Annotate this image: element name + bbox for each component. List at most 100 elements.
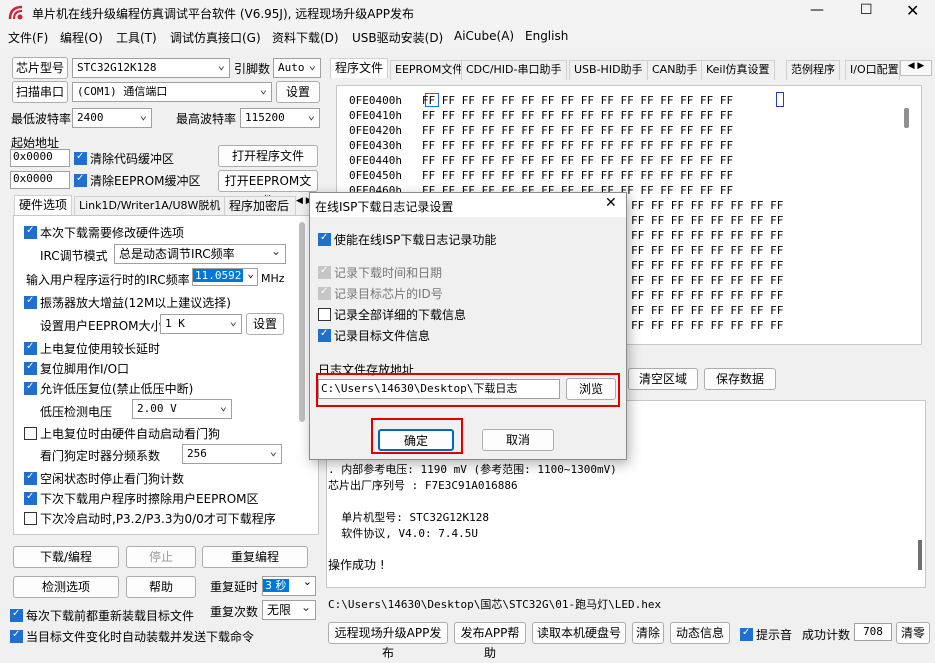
menu-aicube[interactable]: AiCube(A) xyxy=(454,29,514,43)
erase-eeprom-checkbox[interactable]: 下次下载用户程序时擦除用户EEPROM区 xyxy=(24,490,259,507)
min-baud-label: 最低波特率 xyxy=(11,112,72,126)
tab-link1d[interactable]: Link1D/Writer1A/U8W脱机 xyxy=(74,196,226,216)
menu-english[interactable]: English xyxy=(525,29,568,43)
p32-p33-checkbox[interactable]: 下次冷启动时,P3.2/P3.3为0/0才可下载程序 xyxy=(24,510,276,527)
repeat-count-select[interactable]: 无限 xyxy=(262,598,316,620)
stop-button[interactable]: 停止 xyxy=(126,546,196,568)
open-program-button[interactable]: 打开程序文件 xyxy=(218,145,318,167)
beep-checkbox[interactable]: 提示音 xyxy=(740,626,792,643)
record-file-label: 记录目标文件信息 xyxy=(334,329,431,343)
record-file-checkbox[interactable]: 记录目标文件信息 xyxy=(318,327,430,344)
tab-examples[interactable]: 范例程序 xyxy=(786,60,840,80)
port-settings-button[interactable]: 设置 xyxy=(276,81,320,103)
save-data-button[interactable]: 保存数据 xyxy=(704,368,776,390)
open-eeprom-button[interactable]: 打开EEPROM文件 xyxy=(218,170,318,208)
maximize-icon[interactable]: ☐ xyxy=(860,2,873,18)
wdt-div-select[interactable]: 256 xyxy=(182,442,282,464)
min-baud-select[interactable]: 2400 xyxy=(72,106,152,128)
minimize-icon[interactable]: — xyxy=(810,2,824,18)
help-button[interactable]: 帮助 xyxy=(126,576,196,598)
modify-hw-checkbox[interactable]: 本次下载需要修改硬件选项 xyxy=(24,224,184,241)
reset-pin-checkbox[interactable]: 复位脚用作I/O口 xyxy=(24,360,129,377)
detect-options-button[interactable]: 检测选项 xyxy=(13,576,119,598)
ok-button[interactable]: 确定 xyxy=(378,429,454,451)
checkbox-icon xyxy=(318,286,331,300)
dialog-close-icon[interactable]: ✕ xyxy=(605,195,617,211)
beep-label: 提示音 xyxy=(756,628,793,642)
reprogram-button[interactable]: 重复编程 xyxy=(202,546,308,568)
close-icon[interactable]: ✕ xyxy=(906,1,919,20)
checkbox-icon xyxy=(318,265,331,279)
clear-eeprom-checkbox[interactable]: 清除EEPROM缓冲区 xyxy=(74,172,201,189)
dynamic-info-button[interactable]: 动态信息 xyxy=(670,622,730,644)
auto-download-checkbox[interactable]: 当目标文件变化时自动装载并发送下载命令 xyxy=(10,628,254,645)
eeprom-set-button[interactable]: 设置 xyxy=(246,313,284,335)
menu-tools[interactable]: 工具(T) xyxy=(116,29,157,46)
auto-download-label: 当目标文件变化时自动装载并发送下载命令 xyxy=(26,630,255,644)
wdt-start-checkbox[interactable]: 上电复位时由硬件自动启动看门狗 xyxy=(24,425,220,442)
hex-scrollbar[interactable] xyxy=(904,108,909,128)
tab-program-file[interactable]: 程序文件 xyxy=(330,58,389,78)
osc-gain-checkbox[interactable]: 振荡器放大增益(12M以上建议选择) xyxy=(24,294,231,311)
log-path-input[interactable]: C:\Users\14630\Desktop\下载日志 xyxy=(318,379,560,399)
lvd-select[interactable]: 2.00 V xyxy=(132,397,232,419)
log-line: 操作成功 ! xyxy=(328,558,385,572)
max-baud-select[interactable]: 115200 xyxy=(240,106,320,128)
eeprom-size-select[interactable]: 1 K xyxy=(160,312,242,334)
lvd-label: 低压检测电压 xyxy=(40,405,113,419)
download-button[interactable]: 下载/编程 xyxy=(13,546,119,568)
publish-help-button[interactable]: 发布APP帮助 xyxy=(454,622,526,660)
checkbox-icon xyxy=(24,295,37,309)
hex-row-partial: FF FF FF FF FF FF FF FF xyxy=(631,319,784,332)
irc-freq-value: 11.0592 xyxy=(193,269,244,282)
chip-select[interactable]: STC32G12K128 xyxy=(72,56,230,78)
tab-eeprom-file[interactable]: EEPROM文件 xyxy=(390,60,469,80)
tab-usb-hid[interactable]: USB-HID助手 xyxy=(569,60,648,80)
idle-wdt-checkbox[interactable]: 空闲状态时停止看门狗计数 xyxy=(24,470,184,487)
eeprom-addr-input[interactable]: 0x0000 xyxy=(10,171,70,189)
irc-unit: MHz xyxy=(261,272,285,285)
cancel-button[interactable]: 取消 xyxy=(482,429,554,451)
tab-io-config[interactable]: I/O口配置 xyxy=(845,60,900,80)
irc-freq-input[interactable]: 11.0592 ⌄ xyxy=(192,267,258,286)
scan-port-button[interactable]: 扫描串口 xyxy=(12,81,68,103)
chip-type-button[interactable]: 芯片型号 xyxy=(12,57,68,79)
ascii-cursor xyxy=(776,92,784,107)
hex-row-partial: FF FF FF FF FF FF FF FF xyxy=(631,199,784,212)
reload-each-label: 每次下载前都重新装载目标文件 xyxy=(26,609,195,623)
tab-encrypt[interactable]: 程序加密后 xyxy=(224,196,296,216)
reset-count-button[interactable]: 清零 xyxy=(896,622,930,644)
checkbox-icon xyxy=(24,381,37,395)
reload-each-checkbox[interactable]: 每次下载前都重新装载目标文件 xyxy=(10,607,194,624)
record-all-checkbox[interactable]: 记录全部详细的下载信息 xyxy=(318,306,466,323)
clear-button[interactable]: 清除 xyxy=(632,622,664,644)
pins-select[interactable]: Auto xyxy=(273,56,321,78)
irc-freq-label: 输入用户程序运行时的IRC频率 xyxy=(26,273,190,287)
menu-downloads[interactable]: 资料下载(D) xyxy=(272,29,339,46)
tab-can[interactable]: CAN助手 xyxy=(647,60,703,80)
browse-button[interactable]: 浏览 xyxy=(566,378,616,400)
hardware-scrollbar[interactable] xyxy=(299,222,305,422)
lvd-reset-checkbox[interactable]: 允许低压复位(禁止低压中断) xyxy=(24,380,193,397)
tab-hardware[interactable]: 硬件选项 xyxy=(14,195,73,215)
long-delay-checkbox[interactable]: 上电复位使用较长延时 xyxy=(24,340,160,357)
tab-keil[interactable]: Keil仿真设置 xyxy=(701,60,775,80)
menu-usb-driver[interactable]: USB驱动安装(D) xyxy=(352,29,443,46)
irc-mode-select[interactable]: 总是动态调节IRC频率 xyxy=(114,242,286,264)
tab-scroll-arrows[interactable]: ◀ ▶ xyxy=(900,60,932,76)
menu-file[interactable]: 文件(F) xyxy=(8,29,48,46)
tab-cdc-hid[interactable]: CDC/HID-串口助手 xyxy=(461,60,567,80)
code-addr-input[interactable]: 0x0000 xyxy=(10,149,70,167)
menu-program[interactable]: 编程(O) xyxy=(60,29,103,46)
menu-debug[interactable]: 调试仿真接口(G) xyxy=(170,29,261,46)
clear-code-checkbox[interactable]: 清除代码缓冲区 xyxy=(74,150,174,167)
clear-area-button[interactable]: 清空区域 xyxy=(628,368,698,390)
enable-log-checkbox[interactable]: 使能在线ISP下载日志记录功能 xyxy=(318,231,496,248)
log-scrollbar[interactable] xyxy=(918,540,922,570)
port-select[interactable]: (COM1) 通信端口 xyxy=(72,80,272,102)
read-disk-button[interactable]: 读取本机硬盘号 xyxy=(532,622,626,644)
remote-upgrade-button[interactable]: 远程现场升级APP发布 xyxy=(328,622,448,660)
repeat-delay-select[interactable]: 3 秒 ⌄ xyxy=(262,575,316,596)
hex-row: 0FE0450h FF FF FF FF FF FF FF FF FF FF F… xyxy=(349,169,734,182)
checkbox-icon xyxy=(24,471,37,485)
